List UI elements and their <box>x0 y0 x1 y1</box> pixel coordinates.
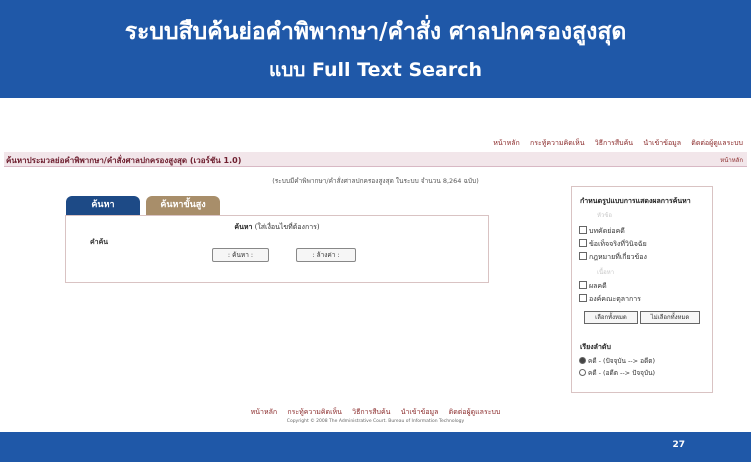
search-panel: ค้นหา (ใส่เงื่อนไขที่ต้องการ) คำค้น : ค้… <box>65 215 489 283</box>
checkbox-judges[interactable]: องค์คณะตุลาการ <box>579 294 641 305</box>
site-subtitle: แบบ Full Text Search <box>268 59 482 81</box>
checkbox-box[interactable] <box>579 252 587 260</box>
checkbox-box[interactable] <box>579 294 587 302</box>
home-link[interactable]: หน้าหลัก <box>720 155 743 165</box>
footer-nav: หน้าหลัก กระทู้ความคิดเห็น วิธีการสืบค้น… <box>0 407 751 418</box>
keyword-heading: ค้นหา (ใส่เงื่อนไขที่ต้องการ) <box>66 222 488 233</box>
radio-dot[interactable] <box>579 369 586 376</box>
bottom-bar: 27 <box>0 432 751 462</box>
faint-label-mid: เนื้อหา <box>597 269 615 276</box>
site-title: ระบบสืบค้นย่อคำพิพากษา/คำสั่ง ศาลปกครองส… <box>124 19 627 45</box>
select-all-button[interactable]: เลือกทั้งหมด <box>584 311 638 324</box>
page-number: 27 <box>672 440 685 450</box>
nav-link-contact[interactable]: ติดต่อผู้ดูแลระบบ <box>691 139 743 147</box>
clear-button[interactable]: : ล้างค่า : <box>296 248 356 262</box>
record-count: (ระบบมีคำพิพากษา/คำสั่งศาลปกครองสูงสุด ใ… <box>272 177 479 185</box>
checkbox-label: องค์คณะตุลาการ <box>589 295 641 303</box>
footer-link-howto[interactable]: วิธีการสืบค้น <box>352 408 390 416</box>
keyword-hint: (ใส่เงื่อนไขที่ต้องการ) <box>254 223 320 231</box>
checkbox-label: บทคัดย่อคดี <box>589 227 625 235</box>
nav-link-howto[interactable]: วิธีการสืบค้น <box>595 139 633 147</box>
search-button[interactable]: : ค้นหา : <box>212 248 269 262</box>
display-options-heading: กำหนดรูปแบบการแสดงผลการค้นหา <box>580 197 691 205</box>
sort-heading: เรียงลำดับ <box>580 343 611 351</box>
footer-link-contact[interactable]: ติดต่อผู้ดูแลระบบ <box>449 408 501 416</box>
nav-link-import[interactable]: นำเข้าข้อมูล <box>643 139 681 147</box>
checkbox-label: กฎหมายที่เกี่ยวข้อง <box>589 253 647 261</box>
top-nav: หน้าหลัก กระทู้ความคิดเห็น วิธีการสืบค้น… <box>485 138 743 149</box>
tab-search[interactable]: ค้นหา <box>66 196 140 215</box>
radio-label: คดี - (ปัจจุบัน --> อดีต) <box>588 357 656 365</box>
checkbox-box[interactable] <box>579 239 587 247</box>
page-title-bar: ค้นหาประมวลย่อคำพิพากษา/คำสั่งศาลปกครองส… <box>4 152 747 167</box>
display-options-panel: กำหนดรูปแบบการแสดงผลการค้นหา หัวข้อ บทคั… <box>571 186 713 393</box>
footer-link-forum[interactable]: กระทู้ความคิดเห็น <box>287 408 342 416</box>
checkbox-result[interactable]: ผลคดี <box>579 281 607 292</box>
checkbox-facts[interactable]: ข้อเท็จจริงที่วินิจฉัย <box>579 239 647 250</box>
faint-label-top: หัวข้อ <box>597 212 613 219</box>
sort-radio-oldest[interactable]: คดี - (อดีต --> ปัจจุบัน) <box>579 368 655 378</box>
header-banner: ระบบสืบค้นย่อคำพิพากษา/คำสั่ง ศาลปกครองส… <box>0 0 751 98</box>
checkbox-laws[interactable]: กฎหมายที่เกี่ยวข้อง <box>579 252 647 263</box>
checkbox-label: ข้อเท็จจริงที่วินิจฉัย <box>589 240 647 248</box>
checkbox-box[interactable] <box>579 226 587 234</box>
nav-link-forum[interactable]: กระทู้ความคิดเห็น <box>530 139 585 147</box>
nav-link-home[interactable]: หน้าหลัก <box>493 139 519 147</box>
sort-radio-newest[interactable]: คดี - (ปัจจุบัน --> อดีต) <box>579 356 655 366</box>
footer-link-import[interactable]: นำเข้าข้อมูล <box>401 408 439 416</box>
deselect-all-button[interactable]: ไม่เลือกทั้งหมด <box>640 311 700 324</box>
footer-link-home[interactable]: หน้าหลัก <box>251 408 277 416</box>
checkbox-box[interactable] <box>579 281 587 289</box>
keyword-label: คำค้น <box>90 238 109 246</box>
copyright: Copyright © 2008 The Administrative Cour… <box>286 419 465 424</box>
checkbox-label: ผลคดี <box>589 282 607 290</box>
checkbox-abstract[interactable]: บทคัดย่อคดี <box>579 226 625 237</box>
page-title: ค้นหาประมวลย่อคำพิพากษา/คำสั่งศาลปกครองส… <box>6 156 242 165</box>
radio-dot[interactable] <box>579 357 586 364</box>
keyword-title: ค้นหา <box>234 223 253 231</box>
tab-advanced-search[interactable]: ค้นหาขั้นสูง <box>146 196 220 215</box>
radio-label: คดี - (อดีต --> ปัจจุบัน) <box>588 369 656 377</box>
